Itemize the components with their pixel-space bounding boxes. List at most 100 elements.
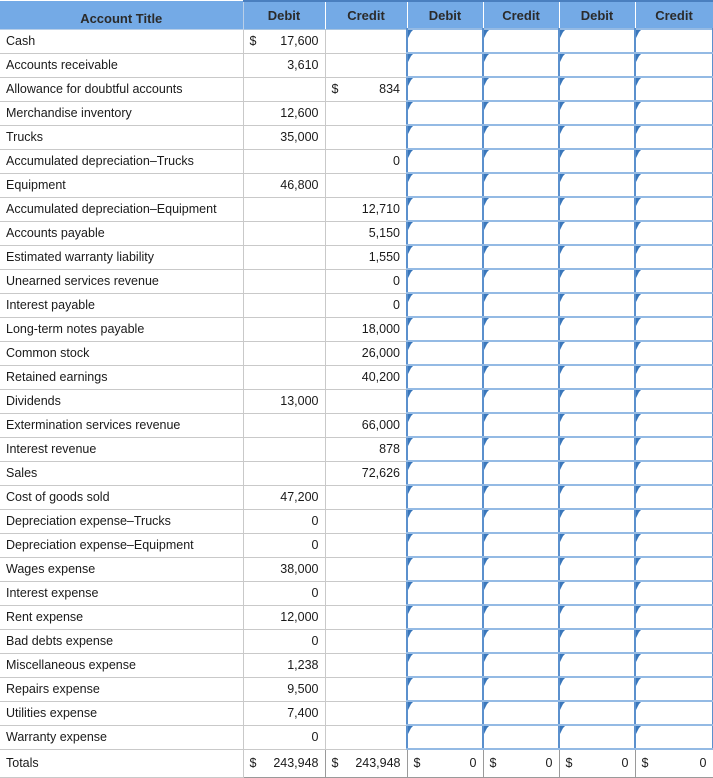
adjustments-credit-input[interactable]	[482, 412, 560, 438]
adjusted-debit-input[interactable]	[558, 724, 636, 750]
adjusted-debit-input[interactable]	[558, 268, 636, 294]
adjusted-debit-input[interactable]	[558, 340, 636, 366]
adjusted-debit-input[interactable]	[558, 220, 636, 246]
adjustments-credit-input[interactable]	[482, 364, 560, 390]
adjusted-debit-input[interactable]	[558, 28, 636, 54]
adjusted-credit-input[interactable]	[634, 148, 713, 174]
adjusted-debit-input[interactable]	[558, 52, 636, 78]
adjustments-credit-input[interactable]	[482, 316, 560, 342]
adjustments-credit-input[interactable]	[482, 244, 560, 270]
adjustments-debit-input[interactable]	[406, 316, 484, 342]
adjustments-debit-input[interactable]	[406, 124, 484, 150]
adjustments-debit-input[interactable]	[406, 508, 484, 534]
adjustments-credit-input[interactable]	[482, 460, 560, 486]
adjusted-credit-input[interactable]	[634, 244, 713, 270]
adjusted-credit-input[interactable]	[634, 196, 713, 222]
adjustments-debit-input[interactable]	[406, 364, 484, 390]
adjustments-credit-input[interactable]	[482, 148, 560, 174]
adjustments-credit-input[interactable]	[482, 436, 560, 462]
adjustments-debit-input[interactable]	[406, 196, 484, 222]
adjustments-credit-input[interactable]	[482, 508, 560, 534]
adjustments-debit-input[interactable]	[406, 412, 484, 438]
adjusted-debit-input[interactable]	[558, 436, 636, 462]
adjustments-debit-input[interactable]	[406, 388, 484, 414]
adjusted-credit-input[interactable]	[634, 52, 713, 78]
adjusted-credit-input[interactable]	[634, 508, 713, 534]
adjusted-credit-input[interactable]	[634, 484, 713, 510]
adjustments-debit-input[interactable]	[406, 292, 484, 318]
adjusted-credit-input[interactable]	[634, 700, 713, 726]
adjustments-credit-input[interactable]	[482, 580, 560, 606]
adjustments-debit-input[interactable]	[406, 172, 484, 198]
adjustments-credit-input[interactable]	[482, 100, 560, 126]
adjusted-debit-input[interactable]	[558, 172, 636, 198]
adjustments-credit-input[interactable]	[482, 388, 560, 414]
adjusted-debit-input[interactable]	[558, 628, 636, 654]
adjustments-credit-input[interactable]	[482, 340, 560, 366]
adjustments-credit-input[interactable]	[482, 172, 560, 198]
adjusted-credit-input[interactable]	[634, 412, 713, 438]
adjustments-debit-input[interactable]	[406, 340, 484, 366]
adjustments-debit-input[interactable]	[406, 76, 484, 102]
adjusted-debit-input[interactable]	[558, 484, 636, 510]
adjustments-debit-input[interactable]	[406, 556, 484, 582]
adjustments-debit-input[interactable]	[406, 580, 484, 606]
adjustments-debit-input[interactable]	[406, 652, 484, 678]
adjustments-debit-input[interactable]	[406, 484, 484, 510]
adjusted-debit-input[interactable]	[558, 292, 636, 318]
adjustments-credit-input[interactable]	[482, 28, 560, 54]
adjusted-debit-input[interactable]	[558, 196, 636, 222]
adjusted-debit-input[interactable]	[558, 700, 636, 726]
adjusted-credit-input[interactable]	[634, 28, 713, 54]
adjusted-debit-input[interactable]	[558, 244, 636, 270]
adjusted-credit-input[interactable]	[634, 340, 713, 366]
adjustments-credit-input[interactable]	[482, 604, 560, 630]
adjustments-credit-input[interactable]	[482, 676, 560, 702]
adjusted-credit-input[interactable]	[634, 124, 713, 150]
adjustments-debit-input[interactable]	[406, 460, 484, 486]
adjusted-credit-input[interactable]	[634, 268, 713, 294]
adjusted-credit-input[interactable]	[634, 292, 713, 318]
adjustments-credit-input[interactable]	[482, 484, 560, 510]
adjustments-debit-input[interactable]	[406, 724, 484, 750]
adjustments-credit-input[interactable]	[482, 724, 560, 750]
adjustments-credit-input[interactable]	[482, 556, 560, 582]
adjustments-credit-input[interactable]	[482, 52, 560, 78]
adjustments-debit-input[interactable]	[406, 28, 484, 54]
adjusted-credit-input[interactable]	[634, 316, 713, 342]
adjustments-debit-input[interactable]	[406, 244, 484, 270]
adjustments-debit-input[interactable]	[406, 100, 484, 126]
adjusted-credit-input[interactable]	[634, 76, 713, 102]
adjusted-credit-input[interactable]	[634, 388, 713, 414]
adjusted-credit-input[interactable]	[634, 556, 713, 582]
adjusted-credit-input[interactable]	[634, 100, 713, 126]
adjusted-debit-input[interactable]	[558, 412, 636, 438]
adjustments-debit-input[interactable]	[406, 268, 484, 294]
adjusted-credit-input[interactable]	[634, 172, 713, 198]
adjustments-debit-input[interactable]	[406, 604, 484, 630]
adjustments-debit-input[interactable]	[406, 436, 484, 462]
adjusted-credit-input[interactable]	[634, 580, 713, 606]
adjustments-credit-input[interactable]	[482, 628, 560, 654]
adjusted-debit-input[interactable]	[558, 532, 636, 558]
adjustments-debit-input[interactable]	[406, 676, 484, 702]
adjusted-credit-input[interactable]	[634, 724, 713, 750]
adjusted-credit-input[interactable]	[634, 460, 713, 486]
adjustments-debit-input[interactable]	[406, 52, 484, 78]
adjusted-debit-input[interactable]	[558, 316, 636, 342]
adjustments-credit-input[interactable]	[482, 124, 560, 150]
adjustments-credit-input[interactable]	[482, 196, 560, 222]
adjusted-debit-input[interactable]	[558, 652, 636, 678]
adjusted-debit-input[interactable]	[558, 604, 636, 630]
adjusted-credit-input[interactable]	[634, 652, 713, 678]
adjusted-debit-input[interactable]	[558, 676, 636, 702]
adjusted-debit-input[interactable]	[558, 580, 636, 606]
adjustments-credit-input[interactable]	[482, 220, 560, 246]
adjustments-debit-input[interactable]	[406, 628, 484, 654]
adjustments-debit-input[interactable]	[406, 148, 484, 174]
adjusted-credit-input[interactable]	[634, 676, 713, 702]
adjusted-debit-input[interactable]	[558, 388, 636, 414]
adjustments-credit-input[interactable]	[482, 76, 560, 102]
adjusted-debit-input[interactable]	[558, 100, 636, 126]
adjusted-debit-input[interactable]	[558, 460, 636, 486]
